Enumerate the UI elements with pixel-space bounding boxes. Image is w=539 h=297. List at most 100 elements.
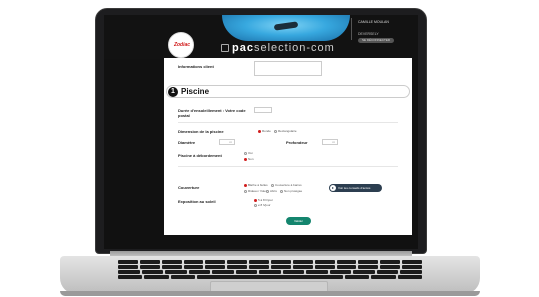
key — [371, 275, 396, 279]
key — [139, 265, 160, 269]
cover-option-shelter-label: Abris — [270, 189, 277, 193]
zodiac-logo[interactable]: Zodiac — [168, 32, 194, 58]
overflow-option-no-label: Non — [248, 157, 254, 161]
laptop-mockup: Zodiac pacselection-com CAMILLE MOULAN D… — [0, 0, 539, 297]
key — [271, 265, 291, 269]
zodiac-logo-text: Zodiac — [173, 42, 191, 48]
cover-tips-button[interactable]: ▸ Voir les conseils d'accès — [329, 184, 382, 192]
overflow-option-yes[interactable]: Oui — [244, 151, 253, 155]
radio-dot — [280, 189, 283, 193]
radio-dot — [244, 151, 247, 155]
space-key — [196, 275, 343, 279]
sun-option-8-plus-label: ≥ 8 h/jour — [258, 203, 271, 207]
logout-button[interactable]: SE DÉCONNECTER — [358, 38, 394, 43]
radio-dot — [271, 183, 274, 187]
key — [139, 260, 160, 264]
key — [183, 260, 204, 264]
client-info-textarea[interactable] — [254, 61, 322, 76]
key — [306, 270, 328, 274]
divider — [178, 122, 398, 123]
cover-option-shutter-label: Rideau / Volet — [248, 189, 267, 193]
section-number-badge: 1 — [168, 87, 178, 97]
key — [165, 270, 187, 274]
brand-name-first: pac — [232, 42, 254, 54]
cover-option-bubble[interactable]: Bâche à bulles — [244, 183, 268, 187]
pool-hero-image — [222, 15, 350, 41]
brand-name: pacselection-com — [232, 42, 335, 54]
key — [118, 270, 140, 274]
diameter-label: Diamètre — [178, 140, 196, 145]
dimension-option-round[interactable]: Ronde — [258, 129, 271, 133]
key — [259, 270, 281, 274]
pool-form-card: Informations client 1 Piscine Durée d'en… — [164, 58, 412, 235]
cover-option-shutter[interactable]: Rideau / Volet — [244, 189, 267, 193]
user-name: CAMILLE MOULAN — [358, 20, 389, 24]
laptop-keyboard — [118, 260, 423, 282]
sun-option-5-8[interactable]: 5 à 8 h/jour — [254, 198, 273, 202]
key — [235, 270, 258, 274]
key-row — [118, 265, 423, 269]
overflow-option-no[interactable]: Non — [244, 157, 254, 161]
site-header: Zodiac pacselection-com CAMILLE MOULAN D… — [104, 15, 418, 59]
key — [212, 270, 234, 274]
cover-option-none[interactable]: Non protégée — [280, 189, 302, 193]
key-row — [118, 275, 422, 279]
key — [183, 265, 204, 269]
key — [353, 270, 375, 274]
cover-tips-label: Voir les conseils d'accès — [338, 186, 371, 190]
key-row — [118, 260, 423, 264]
sun-exposure-label: Exposition au soleil — [178, 199, 216, 204]
key — [282, 270, 305, 274]
sun-option-5-8-label: 5 à 8 h/jour — [258, 198, 274, 202]
radio-dot — [274, 129, 277, 133]
submit-button[interactable]: Valider — [286, 217, 311, 225]
key — [380, 265, 401, 269]
key — [144, 275, 169, 279]
cover-option-shelter[interactable]: Abris — [266, 189, 277, 193]
radio-dot — [244, 157, 247, 161]
key — [205, 265, 226, 269]
dimension-option-rect[interactable]: Rectangulaire — [274, 129, 297, 133]
key — [292, 260, 313, 264]
radio-dot — [266, 189, 269, 193]
key — [292, 265, 313, 269]
sun-option-8-plus[interactable]: ≥ 8 h/jour — [254, 203, 271, 207]
depth-label: Profondeur — [286, 140, 308, 145]
client-info-label: Informations client — [178, 64, 214, 69]
key — [376, 270, 399, 274]
key — [188, 270, 211, 274]
key — [161, 260, 182, 264]
key — [118, 275, 143, 279]
radio-dot — [258, 129, 261, 133]
user-role: DEVERSELY — [358, 32, 379, 36]
section-title: Piscine — [181, 87, 210, 96]
key — [358, 260, 379, 264]
key — [227, 260, 248, 264]
swimmer-figure — [273, 21, 299, 31]
key — [344, 275, 370, 279]
key — [271, 260, 291, 264]
postal-code-input[interactable] — [254, 107, 272, 113]
depth-input[interactable]: m — [322, 139, 338, 145]
cover-option-bars[interactable]: Couverture à barres — [271, 183, 302, 187]
laptop-screen: Zodiac pacselection-com CAMILLE MOULAN D… — [104, 15, 418, 249]
key — [141, 270, 164, 274]
key — [314, 265, 335, 269]
dimension-label: Dimension de la piscine — [178, 129, 224, 134]
divider — [178, 166, 398, 167]
postal-code-label: Durée d'ensoleillement : Votre code post… — [178, 108, 246, 118]
key — [314, 260, 335, 264]
radio-dot — [244, 189, 247, 193]
key — [161, 265, 182, 269]
key — [118, 260, 138, 264]
cover-option-none-label: Non protégée — [284, 189, 303, 193]
key — [336, 265, 357, 269]
diameter-input[interactable]: m — [219, 139, 235, 145]
key — [402, 260, 423, 264]
radio-dot — [254, 203, 257, 207]
cover-option-bars-label: Couverture à barres — [275, 183, 302, 187]
laptop-foot — [60, 291, 480, 296]
key — [336, 260, 357, 264]
play-icon: ▸ — [330, 185, 336, 191]
key — [329, 270, 352, 274]
